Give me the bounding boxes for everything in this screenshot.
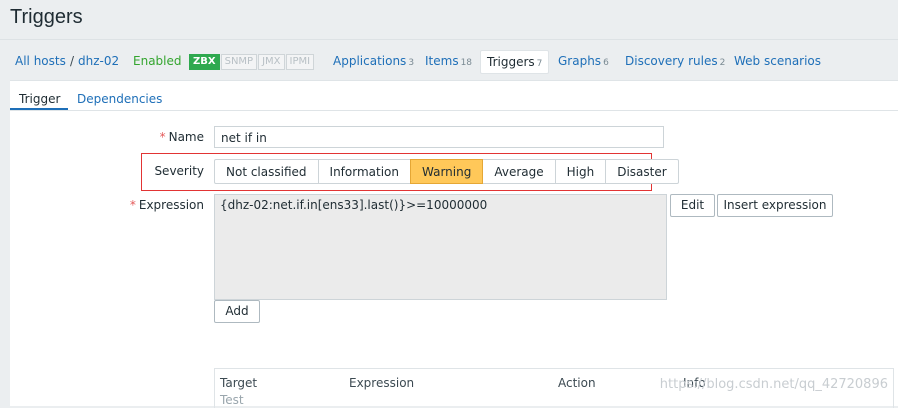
expression-label-text: Expression: [138, 198, 204, 212]
severity-not-classified[interactable]: Not classified: [214, 159, 319, 184]
tab-trigger[interactable]: Trigger: [10, 87, 69, 111]
nav-graphs-count: 6: [603, 58, 609, 68]
breadcrumb-host[interactable]: dhz-02: [78, 48, 119, 74]
nav-graphs-label[interactable]: Graphs: [558, 54, 601, 68]
ipmi-badge: IPMI: [285, 53, 315, 70]
nav-discovery-rules[interactable]: Discovery rules 2: [625, 48, 725, 74]
nav-discovery-label[interactable]: Discovery rules: [625, 54, 718, 68]
nav-discovery-count: 2: [719, 58, 726, 68]
severity-selector: Not classified Information Warning Avera…: [214, 159, 679, 184]
nav-applications-count: 3: [408, 58, 415, 68]
jmx-badge: JMX: [258, 53, 285, 70]
host-navigation: All hosts / dhz-02 Enabled ZBX SNMP JMX IPM…: [0, 48, 898, 74]
tab-divider: [10, 110, 898, 111]
expression-textarea[interactable]: {dhz-02:net.if.in[ens33].last()}>=100000…: [214, 194, 667, 300]
expression-label: * Expression: [110, 198, 204, 212]
watermark: https://blog.csdn.net/qq_42720896: [659, 377, 888, 392]
zbx-badge: ZBX: [189, 53, 220, 70]
column-target: Target: [220, 376, 258, 390]
page-title: Triggers: [10, 6, 83, 28]
trigger-form: Trigger Dependencies * Name net if in Sev…: [10, 80, 898, 408]
nav-items-count: 18: [460, 58, 473, 68]
nav-web-scenarios[interactable]: Web scenarios: [734, 48, 821, 74]
severity-disaster[interactable]: Disaster: [605, 159, 679, 184]
availability-badges: ZBX SNMP JMX IPMI: [189, 48, 315, 74]
edit-button[interactable]: Edit: [670, 194, 715, 217]
nav-items-label[interactable]: Items: [425, 54, 459, 68]
host-status-enabled[interactable]: Enabled: [133, 48, 182, 74]
name-label-text: Name: [168, 130, 204, 144]
column-action: Action: [558, 376, 596, 390]
nav-applications[interactable]: Applications 3: [333, 48, 414, 74]
breadcrumb-separator: /: [70, 54, 75, 68]
severity-average[interactable]: Average: [482, 159, 556, 184]
nav-triggers[interactable]: Triggers 7: [480, 50, 550, 74]
severity-label: Severity: [154, 164, 204, 178]
required-marker: *: [159, 130, 166, 144]
required-marker: *: [129, 198, 136, 212]
breadcrumb-all-hosts[interactable]: All hosts: [15, 48, 66, 74]
name-input[interactable]: net if in: [214, 126, 664, 148]
nav-triggers-count: 7: [536, 59, 543, 69]
column-expression: Expression: [349, 376, 415, 390]
name-label: * Name: [110, 130, 204, 144]
severity-information[interactable]: Information: [317, 159, 411, 184]
tab-dependencies[interactable]: Dependencies: [77, 87, 162, 111]
nav-applications-label[interactable]: Applications: [333, 54, 406, 68]
nav-items[interactable]: Items 18: [425, 48, 472, 74]
add-button[interactable]: Add: [214, 300, 260, 323]
header-divider: [0, 39, 898, 40]
insert-expression-button[interactable]: Insert expression: [717, 194, 833, 217]
nav-graphs[interactable]: Graphs 6: [558, 48, 609, 74]
nav-triggers-label[interactable]: Triggers: [487, 55, 535, 69]
snmp-badge: SNMP: [220, 53, 258, 70]
severity-warning[interactable]: Warning: [410, 159, 484, 184]
severity-high[interactable]: High: [554, 159, 607, 184]
